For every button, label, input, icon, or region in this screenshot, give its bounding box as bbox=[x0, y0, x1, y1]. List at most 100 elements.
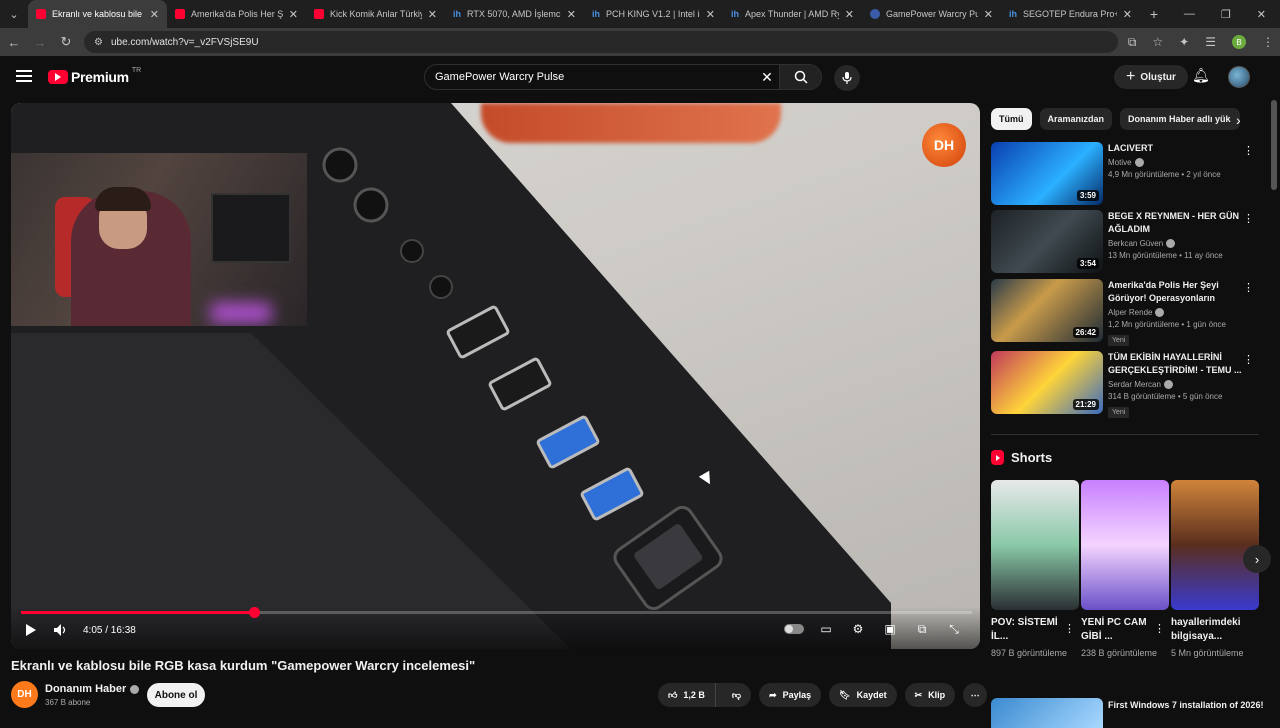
recommendation-channel[interactable]: Berkcan Güven bbox=[1108, 239, 1248, 248]
close-tab-icon[interactable]: ✕ bbox=[428, 8, 437, 21]
short-item[interactable]: POV: SİSTEMİ İL... 897 B görüntüleme ⋮ bbox=[991, 480, 1079, 660]
short-thumbnail[interactable] bbox=[1171, 480, 1259, 610]
browser-tab-3[interactable]: Kick Komik Anlar Türkiye ✕ bbox=[306, 0, 445, 28]
browser-tab-5[interactable]: ih PCH KING V1.2 | Intel i5-1 ✕ bbox=[584, 0, 723, 28]
forward-arrow-icon[interactable]: → bbox=[32, 35, 48, 50]
profile-avatar[interactable]: B bbox=[1232, 35, 1246, 49]
reload-icon[interactable]: ↻ bbox=[58, 34, 74, 50]
recommendation-channel[interactable]: Serdar Mercan bbox=[1108, 380, 1248, 389]
restore-icon[interactable]: ❐ bbox=[1221, 8, 1231, 21]
video-thumbnail[interactable]: 21:29 bbox=[991, 351, 1103, 414]
subtitles-icon[interactable]: ▭ bbox=[816, 621, 836, 637]
save-button[interactable]: 🔖︎ Kaydet bbox=[829, 683, 897, 707]
video-player[interactable]: DH 4:05 / 16:38 ▭ ⚙ ▣ ⧉ ⤡ bbox=[11, 103, 980, 649]
voice-search-button[interactable] bbox=[834, 65, 860, 91]
recommendation-title[interactable]: TÜM EKİBİN HAYALLERİNİ GERÇEKLEŞTİRDİM! … bbox=[1108, 351, 1248, 377]
browser-tab-8[interactable]: ih SEGOTEP Endura Pro+ Sy ✕ bbox=[1001, 0, 1140, 28]
video-thumbnail[interactable]: 3:54 bbox=[991, 210, 1103, 273]
short-thumbnail[interactable] bbox=[991, 480, 1079, 610]
recommendation-item[interactable]: First Windows 7 installation of 2026! bbox=[991, 698, 1263, 728]
youtube-premium-logo[interactable]: Premium TR bbox=[48, 67, 141, 85]
scrollbar-thumb[interactable] bbox=[1271, 100, 1277, 190]
close-window-icon[interactable]: ✕ bbox=[1257, 8, 1266, 21]
search-button[interactable] bbox=[779, 65, 821, 89]
short-title[interactable]: POV: SİSTEMİ İL... bbox=[991, 616, 1063, 644]
like-button[interactable]: 👍︎ 1,2 B bbox=[658, 683, 716, 707]
minimize-icon[interactable]: — bbox=[1184, 8, 1195, 21]
create-button[interactable]: + Oluştur bbox=[1114, 65, 1188, 89]
share-button[interactable]: ➦ Paylaş bbox=[759, 683, 822, 707]
extensions-icon[interactable]: ✦ bbox=[1179, 35, 1189, 49]
cast-icon[interactable]: ⧉ bbox=[1128, 35, 1137, 50]
recommendation-channel[interactable]: Alper Rende bbox=[1108, 308, 1248, 317]
clear-search-icon[interactable]: ✕ bbox=[755, 69, 779, 86]
play-icon[interactable] bbox=[25, 623, 37, 637]
more-options-icon[interactable]: ⋮ bbox=[1243, 144, 1254, 157]
close-tab-icon[interactable]: ✕ bbox=[289, 8, 298, 21]
recommendation-title[interactable]: LACIVERT bbox=[1108, 142, 1248, 155]
autoplay-toggle[interactable] bbox=[784, 621, 804, 637]
scrubber-handle[interactable] bbox=[249, 607, 261, 618]
more-options-icon[interactable]: ⋮ bbox=[1154, 622, 1165, 635]
close-tab-icon[interactable]: ✕ bbox=[1123, 8, 1132, 21]
clip-button[interactable]: ✂ Klip bbox=[904, 683, 956, 707]
page-scrollbar[interactable] bbox=[1271, 60, 1277, 710]
browser-tab-2[interactable]: Amerika'da Polis Her Şey ✕ bbox=[167, 0, 306, 28]
subscribe-button[interactable]: Abone ol bbox=[147, 683, 205, 707]
chevron-right-icon[interactable]: › bbox=[1236, 112, 1241, 128]
miniplayer-icon[interactable]: ▣ bbox=[880, 621, 900, 637]
close-tab-icon[interactable]: ✕ bbox=[845, 8, 854, 21]
close-tab-icon[interactable]: ✕ bbox=[567, 8, 576, 21]
bookmark-star-icon[interactable]: ☆ bbox=[1152, 35, 1163, 49]
recommendation-title[interactable]: First Windows 7 installation of 2026! bbox=[1108, 700, 1263, 710]
search-input[interactable]: GamePower Warcry Pulse bbox=[425, 71, 755, 83]
close-tab-icon[interactable]: ✕ bbox=[150, 8, 159, 21]
hamburger-menu-icon[interactable] bbox=[16, 70, 32, 82]
cast-to-tv-icon[interactable]: ⧉ bbox=[912, 621, 932, 637]
video-thumbnail[interactable] bbox=[991, 698, 1103, 728]
browser-tab-4[interactable]: ih RTX 5070, AMD İşlemcili ✕ bbox=[445, 0, 584, 28]
more-actions-icon[interactable]: ⋯ bbox=[963, 683, 988, 707]
chip-channel[interactable]: Donanım Haber adlı yük bbox=[1120, 108, 1241, 130]
volume-icon[interactable] bbox=[53, 623, 67, 637]
video-thumbnail[interactable]: 26:42 bbox=[991, 279, 1103, 342]
channel-name[interactable]: Donanım Haber bbox=[45, 683, 140, 695]
close-tab-icon[interactable]: ✕ bbox=[984, 8, 993, 21]
user-avatar[interactable] bbox=[1228, 66, 1250, 88]
recommendation-item[interactable]: 21:29 TÜM EKİBİN HAYALLERİNİ GERÇEKLEŞTİ… bbox=[991, 351, 1266, 418]
recommendation-item[interactable]: 3:59 LACIVERT Motive 4,9 Mn görüntüleme … bbox=[991, 142, 1266, 206]
short-title[interactable]: YENİ PC CAM GİBİ ... bbox=[1081, 616, 1153, 644]
back-arrow-icon[interactable]: ← bbox=[6, 35, 22, 50]
browser-menu-icon[interactable]: ⋮ bbox=[1262, 35, 1274, 49]
video-thumbnail[interactable]: 3:59 bbox=[991, 142, 1103, 205]
channel-avatar[interactable]: DH bbox=[11, 681, 38, 708]
more-options-icon[interactable]: ⋮ bbox=[1243, 281, 1254, 294]
recommendation-item[interactable]: 3:54 BEGE X REYNMEN - HER GÜN AĞLADIM Be… bbox=[991, 210, 1266, 274]
shorts-next-chevron-icon[interactable]: › bbox=[1243, 545, 1271, 573]
dislike-button[interactable]: 👎︎ bbox=[722, 683, 751, 707]
browser-tab-1[interactable]: Ekranlı ve kablosu bile RGB ✕ bbox=[28, 0, 167, 28]
reading-list-icon[interactable]: ☰ bbox=[1205, 35, 1216, 49]
short-item[interactable]: YENİ PC CAM GİBİ ... 238 B görüntüleme ⋮ bbox=[1081, 480, 1169, 660]
more-options-icon[interactable]: ⋮ bbox=[1064, 622, 1075, 635]
chip-all[interactable]: Tümü bbox=[991, 108, 1032, 130]
recommendation-channel[interactable]: Motive bbox=[1108, 158, 1248, 167]
site-info-icon[interactable]: ⚙ bbox=[94, 37, 103, 48]
recommendation-title[interactable]: Amerika'da Polis Her Şeyi Görüyor! Opera… bbox=[1108, 279, 1248, 305]
short-title[interactable]: hayallerimdeki bilgisaya... bbox=[1171, 616, 1243, 644]
chip-from-search[interactable]: Aramanızdan bbox=[1039, 108, 1113, 130]
browser-tab-7[interactable]: GamePower Warcry Pulse ✕ bbox=[862, 0, 1001, 28]
recommendation-title[interactable]: BEGE X REYNMEN - HER GÜN AĞLADIM bbox=[1108, 210, 1248, 236]
fullscreen-icon[interactable]: ⤡ bbox=[944, 621, 964, 637]
close-tab-icon[interactable]: ✕ bbox=[706, 8, 715, 21]
more-options-icon[interactable]: ⋮ bbox=[1243, 353, 1254, 366]
settings-gear-icon[interactable]: ⚙ bbox=[848, 621, 868, 637]
tab-search-chevron-icon[interactable]: ⌄ bbox=[0, 0, 28, 28]
more-options-icon[interactable]: ⋮ bbox=[1243, 212, 1254, 225]
progress-bar[interactable] bbox=[21, 607, 972, 618]
new-tab-icon[interactable]: + bbox=[1140, 6, 1168, 22]
short-item[interactable]: hayallerimdeki bilgisaya... 5 Mn görüntü… bbox=[1171, 480, 1259, 660]
short-thumbnail[interactable] bbox=[1081, 480, 1169, 610]
recommendation-item[interactable]: 26:42 Amerika'da Polis Her Şeyi Görüyor!… bbox=[991, 279, 1266, 346]
notifications-bell-icon[interactable]: 🔔︎ bbox=[1192, 67, 1210, 84]
